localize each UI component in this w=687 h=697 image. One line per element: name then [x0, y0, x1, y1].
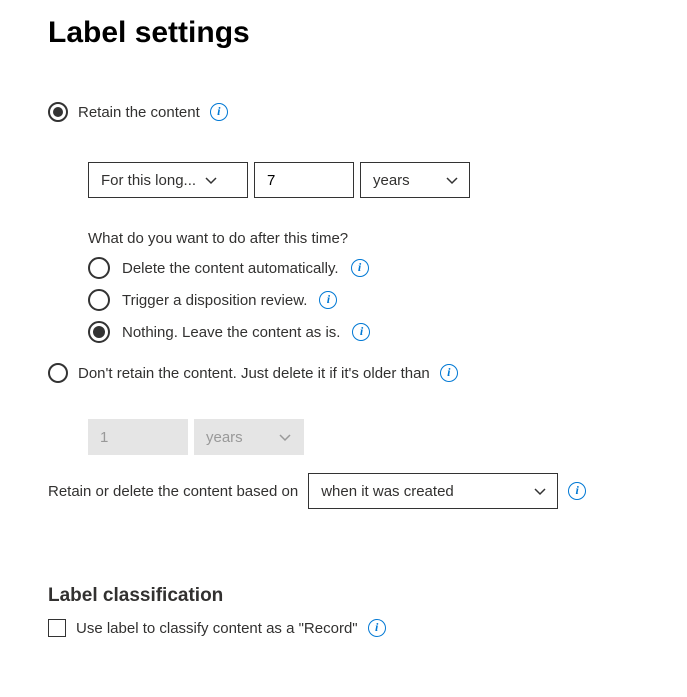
chevron-down-icon [278, 430, 292, 444]
based-on-label: Retain or delete the content based on [48, 483, 298, 500]
based-on-select[interactable]: when it was created [308, 473, 558, 509]
retain-label: Retain the content [78, 104, 200, 121]
duration-unit-select[interactable]: years [360, 162, 470, 198]
info-icon[interactable] [319, 291, 337, 309]
dont-retain-option-row: Don't retain the content. Just delete it… [48, 363, 639, 383]
record-label: Use label to classify content as a "Reco… [76, 620, 358, 637]
duration-unit-label: years [373, 172, 410, 189]
classification-heading: Label classification [48, 585, 639, 607]
chevron-down-icon [445, 173, 459, 187]
record-checkbox[interactable] [48, 619, 66, 637]
after-option-delete-row: Delete the content automatically. [88, 257, 639, 279]
dont-retain-value: 1 [100, 429, 108, 446]
dont-retain-unit-select: years [194, 419, 304, 455]
info-icon[interactable] [368, 619, 386, 637]
radio-dont-retain[interactable] [48, 363, 68, 383]
radio-retain[interactable] [48, 102, 68, 122]
info-icon[interactable] [210, 103, 228, 121]
dont-retain-duration-row: 1 years [88, 419, 639, 455]
radio-after-review[interactable] [88, 289, 110, 311]
info-icon[interactable] [440, 364, 458, 382]
after-option-review-row: Trigger a disposition review. [88, 289, 639, 311]
dont-retain-value-input: 1 [88, 419, 188, 455]
radio-after-nothing[interactable] [88, 321, 110, 343]
info-icon[interactable] [568, 482, 586, 500]
duration-mode-select[interactable]: For this long... [88, 162, 248, 198]
after-nothing-label: Nothing. Leave the content as is. [122, 324, 340, 341]
retain-duration-row: For this long... years [88, 162, 639, 198]
chevron-down-icon [204, 173, 218, 187]
page-title: Label settings [48, 16, 639, 50]
retain-option-row: Retain the content [48, 102, 639, 122]
after-question: What do you want to do after this time? [88, 230, 639, 247]
after-review-label: Trigger a disposition review. [122, 292, 307, 309]
after-delete-label: Delete the content automatically. [122, 260, 339, 277]
radio-after-delete[interactable] [88, 257, 110, 279]
dont-retain-unit: years [206, 429, 243, 446]
based-on-value: when it was created [321, 483, 454, 500]
duration-mode-label: For this long... [101, 172, 196, 189]
after-option-nothing-row: Nothing. Leave the content as is. [88, 321, 639, 343]
chevron-down-icon [533, 484, 547, 498]
info-icon[interactable] [352, 323, 370, 341]
info-icon[interactable] [351, 259, 369, 277]
dont-retain-label: Don't retain the content. Just delete it… [78, 365, 430, 382]
based-on-row: Retain or delete the content based on wh… [48, 473, 639, 509]
duration-value-input[interactable] [254, 162, 354, 198]
record-checkbox-row: Use label to classify content as a "Reco… [48, 619, 639, 637]
